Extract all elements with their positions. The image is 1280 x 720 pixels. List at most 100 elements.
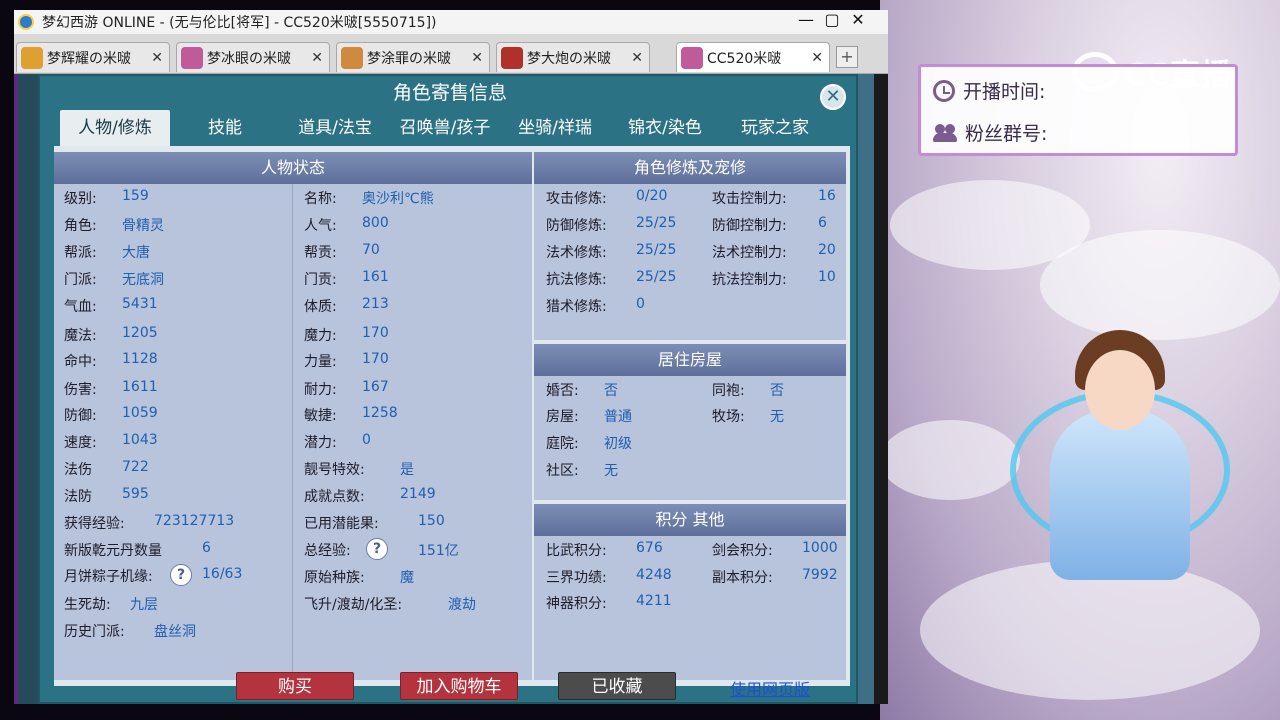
stat-school-contrib: 门贡: 161: [304, 269, 389, 288]
stat-name: 名称: 奥沙利℃熊: [304, 191, 434, 207]
close-tab-icon[interactable]: ✕: [811, 50, 823, 66]
stat-school: 门派: 无底洞: [64, 272, 164, 288]
stat-ascension: 飞升/渡劫/化圣: 渡劫: [304, 597, 476, 613]
stat-mooncake-chance: 月饼粽子机缘:? 16/63: [64, 564, 243, 586]
stat-role: 角色: 骨精灵: [64, 218, 164, 234]
stat-magic-power: 魔力: 170: [304, 325, 389, 344]
window-title: 梦幻西游 ONLINE - (无与伦比[将军] - CC520米啵[555071…: [42, 15, 437, 31]
cloud-decoration: [880, 420, 1020, 500]
cult-hunting: 猎术修炼: 0: [546, 296, 645, 315]
pts-sword-club: 剑会积分: 1000: [712, 540, 838, 559]
house-companion: 同袍: 否: [712, 383, 784, 399]
stat-total-exp: 总经验:? 151亿: [304, 538, 459, 560]
dialog-title: 角色寄售信息: [392, 82, 507, 104]
stat-hp: 气血: 5431: [64, 296, 158, 315]
points-header: 积分 其他: [534, 504, 846, 536]
house-courtyard: 庭院: 初级: [546, 436, 632, 452]
status-header: 人物状态: [54, 152, 532, 184]
restore-button[interactable]: ▢: [820, 10, 844, 29]
close-tab-icon[interactable]: ✕: [311, 50, 323, 66]
tab-items[interactable]: 道具/法宝: [280, 110, 390, 146]
fan-group-row: 粉丝群号:: [933, 119, 1047, 146]
fans-icon: [933, 123, 957, 142]
avatar-icon: [501, 46, 523, 69]
tab-skills[interactable]: 技能: [170, 110, 280, 146]
pts-artifact: 神器积分: 4211: [546, 593, 672, 612]
stat-endurance: 耐力: 167: [304, 379, 389, 398]
add-tab-button[interactable]: +: [836, 46, 858, 68]
house-type: 房屋: 普通: [546, 409, 632, 425]
client-tab[interactable]: 梦大炮の米啵 ✕: [496, 42, 650, 72]
cult-attack: 攻击修炼: 0/20: [546, 188, 668, 207]
tab-mounts[interactable]: 坐骑/祥瑞: [500, 110, 610, 146]
tab-outfits[interactable]: 锦衣/染色: [610, 110, 720, 146]
add-to-cart-button[interactable]: 加入购物车: [400, 672, 518, 700]
tab-character[interactable]: 人物/修炼: [60, 110, 170, 146]
house-married: 婚否: 否: [546, 383, 618, 399]
buy-button[interactable]: 购买: [236, 672, 354, 700]
client-tab-active[interactable]: CC520米啵 ✕: [676, 42, 830, 72]
house-ranch: 牧场: 无: [712, 409, 784, 425]
pts-dungeon: 副本积分: 7992: [712, 567, 838, 586]
web-version-link[interactable]: 使用网页版: [730, 676, 810, 700]
stat-vanity-effect: 靓号特效: 是: [304, 462, 414, 478]
stream-info-card: 开播时间: 粉丝群号:: [918, 64, 1238, 156]
avatar-icon: [341, 46, 363, 69]
stat-constitution: 体质: 213: [304, 296, 389, 315]
stat-speed: 速度: 1043: [64, 432, 158, 451]
cult-resist: 抗法修炼: 25/25: [546, 269, 677, 288]
stat-defense: 防御: 1059: [64, 405, 158, 424]
anchor-character-illustration: [1010, 330, 1230, 590]
stat-experience: 获得经验: 723127713: [64, 513, 235, 532]
stat-original-race: 原始种族: 魔: [304, 570, 414, 586]
close-tab-icon[interactable]: ✕: [471, 50, 483, 66]
ctrl-magic: 法术控制力: 20: [712, 242, 836, 261]
stat-achievement: 成就点数: 2149: [304, 486, 436, 505]
client-tab[interactable]: 梦冰眼の米啵 ✕: [176, 42, 330, 72]
clock-icon: [933, 79, 955, 102]
close-tab-icon[interactable]: ✕: [151, 50, 163, 66]
close-window-button[interactable]: ✕: [846, 10, 870, 29]
avatar-icon: [681, 46, 703, 69]
close-tab-icon[interactable]: ✕: [631, 50, 643, 66]
start-time-row: 开播时间:: [933, 77, 1045, 104]
tab-player-home[interactable]: 玩家之家: [720, 110, 830, 146]
ctrl-attack: 攻击控制力: 16: [712, 188, 836, 207]
help-icon[interactable]: ?: [366, 538, 388, 560]
pts-merit: 三界功绩: 4248: [546, 567, 672, 586]
tab-pets[interactable]: 召唤兽/孩子: [390, 110, 500, 146]
window-edge: [874, 74, 888, 704]
ctrl-defense: 防御控制力: 6: [712, 215, 827, 234]
stat-potential: 潜力: 0: [304, 432, 371, 451]
stat-life-death: 生死劫: 九层: [64, 597, 158, 613]
game-window: 梦幻西游 ONLINE - (无与伦比[将军] - CC520米啵[555071…: [14, 10, 888, 704]
client-tab[interactable]: 梦涂罪の米啵 ✕: [336, 42, 490, 72]
stat-popularity: 人气: 800: [304, 215, 389, 234]
minimize-button[interactable]: —: [794, 10, 818, 29]
title-bar: 梦幻西游 ONLINE - (无与伦比[将军] - CC520米啵[555071…: [14, 10, 888, 34]
housing-header: 居住房屋: [534, 344, 846, 376]
stat-guild-contrib: 帮贡: 70: [304, 242, 380, 261]
stat-hit: 命中: 1128: [64, 351, 158, 370]
game-app-icon: [18, 14, 34, 30]
housing-section: 婚否: 否 房屋: 普通 庭院: 初级 社区: 无 同袍: 否 牧场: 无: [534, 376, 846, 500]
character-panel: 人物状态 级别: 159 角色: 骨精灵 帮派: 大唐 门派: 无底洞 气血: 5431 …: [54, 146, 850, 686]
client-tab-bar: 梦辉耀の米啵 ✕ 梦冰眼の米啵 ✕ 梦涂罪の米啵 ✕ 梦大炮の米啵 ✕ CC52…: [14, 34, 888, 74]
client-tab[interactable]: 梦辉耀の米啵 ✕: [16, 42, 170, 72]
cult-magic: 法术修炼: 25/25: [546, 242, 677, 261]
avatar-icon: [21, 46, 43, 69]
points-section: 比武积分: 676 三界功绩: 4248 神器积分: 4211 剑会积分: 1000 副…: [534, 536, 846, 680]
stat-magic-damage: 法伤 722: [64, 459, 149, 478]
dialog-close-button[interactable]: ✕: [820, 84, 846, 110]
cultivation-section: 攻击修炼: 0/20 防御修炼: 25/25 法术修炼: 25/25 抗法修炼: 25/…: [534, 184, 846, 340]
stat-potential-fruit: 已用潜能果: 150: [304, 513, 445, 532]
help-icon[interactable]: ?: [170, 564, 192, 586]
stat-mp: 魔法: 1205: [64, 325, 158, 344]
stat-damage: 伤害: 1611: [64, 379, 158, 398]
cultivation-header: 角色修炼及宠修: [534, 152, 846, 184]
favorited-button[interactable]: 已收藏: [558, 672, 676, 700]
stat-qianyuandan: 新版乾元丹数量 6: [64, 540, 211, 559]
dialog-tabs: 人物/修炼 技能 道具/法宝 召唤兽/孩子 坐骑/祥瑞 锦衣/染色 玩家之家: [54, 110, 854, 146]
role-consignment-dialog: 角色寄售信息 ✕ 人物/修炼 技能 道具/法宝 召唤兽/孩子 坐骑/祥瑞 锦衣/…: [38, 74, 858, 704]
stat-magic-defense: 法防 595: [64, 486, 149, 505]
